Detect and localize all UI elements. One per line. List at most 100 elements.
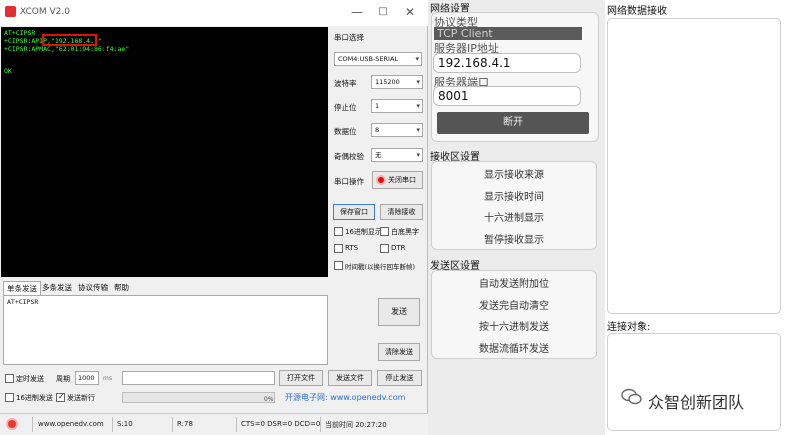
status-divider: [172, 417, 173, 432]
settings-gear-icon[interactable]: [6, 418, 18, 430]
network-settings-panel: 网络设置 协议类型 TCP Client 服务器IP地址 192.168.4.1…: [428, 0, 605, 435]
hex-send-label: 16进制发送: [16, 394, 53, 402]
status-divider: [32, 417, 33, 432]
timestamp-label: 时间戳(以换行回车断帧): [345, 263, 416, 271]
serial-op-label: 串口操作: [334, 177, 364, 186]
app-logo-icon: [5, 6, 16, 17]
brand-text: 开源电子网: www.openedv.com: [285, 393, 406, 402]
send-newline-label: 发送新行: [67, 394, 95, 402]
baud-value: 115200: [375, 78, 400, 86]
clear-send-button[interactable]: 清除发送: [378, 343, 420, 361]
tab-multi-send[interactable]: 多条发送: [39, 281, 75, 295]
stop-bits-value: 1: [375, 102, 380, 110]
data-bits-label: 数据位: [334, 127, 357, 136]
send-file-button[interactable]: 发送文件: [328, 370, 372, 386]
tab-protocol[interactable]: 协议传输: [75, 281, 111, 295]
send-option-hex-send[interactable]: 按十六进制发送: [432, 318, 596, 333]
period-label: 周期: [56, 375, 70, 383]
send-option-auto-clear[interactable]: 发送完自动清空: [432, 297, 596, 312]
dtr-label: DTR: [391, 244, 406, 252]
progress-percent: 0%: [264, 396, 274, 403]
chevron-down-icon: ▾: [415, 55, 419, 63]
timed-send-checkbox[interactable]: [5, 374, 14, 383]
connection-list[interactable]: [607, 333, 781, 431]
terminal-line: AT+CIPSR: [4, 29, 36, 37]
port-label: 串口选择: [334, 33, 364, 42]
send-textarea[interactable]: AT+CIPSR: [3, 295, 328, 365]
tab-help[interactable]: 帮助: [111, 281, 132, 295]
server-ip-input[interactable]: 192.168.4.1: [433, 53, 581, 73]
receive-data-area[interactable]: [607, 18, 781, 314]
open-file-button[interactable]: 打开文件: [279, 370, 323, 386]
checkmark-icon: ✓: [58, 392, 65, 401]
disconnect-button[interactable]: 断开: [437, 112, 589, 134]
save-window-button[interactable]: 保存窗口: [333, 204, 375, 220]
ip-highlight-box: [42, 34, 97, 46]
close-port-button[interactable]: 关闭串口: [372, 171, 423, 189]
status-divider: [320, 417, 321, 432]
period-input[interactable]: 1000: [75, 371, 99, 385]
white-black-label: 白底黑字: [391, 228, 419, 236]
rts-checkbox[interactable]: [334, 244, 343, 253]
connection-title: 连接对象:: [607, 322, 651, 333]
timestamp-checkbox[interactable]: [334, 261, 343, 270]
close-port-label: 关闭串口: [388, 176, 416, 184]
receive-title: 网络数据接收: [607, 6, 667, 17]
protocol-select[interactable]: TCP Client: [434, 27, 582, 40]
send-newline-checkbox[interactable]: ✓: [56, 392, 65, 402]
file-path-input[interactable]: [122, 371, 275, 385]
recv-option-pause[interactable]: 暂停接收显示: [432, 231, 596, 246]
network-receive-panel: 网络数据接收 连接对象: 众智创新团队: [605, 0, 785, 435]
parity-label: 奇偶校验: [334, 152, 364, 161]
chevron-down-icon: ▾: [416, 102, 420, 110]
parity-value: 无: [375, 151, 382, 159]
recv-settings-group: 显示接收来源 显示接收时间 十六进制显示 暂停接收显示: [431, 161, 597, 250]
send-button[interactable]: 发送: [378, 298, 420, 326]
port-value: COM4:USB-SERIAL: [338, 55, 399, 63]
server-port-input[interactable]: 8001: [433, 86, 581, 106]
maximize-button[interactable]: □: [372, 3, 394, 21]
status-divider: [112, 417, 113, 432]
clear-receive-button[interactable]: 清除接收: [380, 204, 423, 220]
baud-select[interactable]: 115200 ▾: [371, 75, 423, 89]
status-led-icon: [376, 175, 386, 185]
recv-option-hex-display[interactable]: 十六进制显示: [432, 209, 596, 224]
hex-send-checkbox[interactable]: [5, 393, 14, 402]
receive-terminal[interactable]: AT+CIPSR +CIPSR:APIP,"192.168.4.1" +CIPS…: [1, 27, 328, 277]
baud-label: 波特率: [334, 79, 357, 88]
period-unit: ms: [103, 375, 112, 382]
white-black-checkbox[interactable]: [380, 227, 389, 236]
recv-option-show-time[interactable]: 显示接收时间: [432, 188, 596, 203]
status-url[interactable]: www.openedv.com: [38, 420, 104, 428]
minimize-button[interactable]: —: [346, 3, 368, 21]
recv-option-show-source[interactable]: 显示接收来源: [432, 166, 596, 181]
hex-display-label: 16进制显示: [345, 228, 382, 236]
chevron-down-icon: ▾: [416, 126, 420, 134]
chevron-down-icon: ▾: [416, 151, 420, 159]
timed-send-label: 定时发送: [16, 375, 44, 383]
terminal-line: +CIPSR:APMAC,"62:01:94:86:f4:ae": [4, 45, 130, 53]
wechat-logo-icon: [621, 388, 643, 406]
send-option-append-bits[interactable]: 自动发送附加位: [432, 275, 596, 290]
stop-bits-select[interactable]: 1 ▾: [371, 99, 423, 113]
dtr-checkbox[interactable]: [380, 244, 389, 253]
watermark-text: 众智创新团队: [648, 393, 745, 412]
close-button[interactable]: ✕: [399, 3, 421, 21]
status-divider: [236, 417, 237, 432]
tab-single-send[interactable]: 单条发送: [3, 281, 41, 295]
port-select[interactable]: COM4:USB-SERIAL ▾: [334, 52, 422, 66]
parity-select[interactable]: 无 ▾: [371, 148, 423, 162]
data-bits-select[interactable]: 8 ▾: [371, 123, 423, 137]
title-bar: XCOM V2.0 — □ ✕: [0, 0, 428, 26]
chevron-down-icon: ▾: [416, 78, 420, 86]
stop-send-button[interactable]: 停止发送: [377, 370, 422, 386]
send-option-loop-send[interactable]: 数据流循环发送: [432, 340, 596, 355]
stop-bits-label: 停止位: [334, 103, 357, 112]
status-bar: www.openedv.com S:10 R:78 CTS=0 DSR=0 DC…: [0, 413, 428, 435]
window-title: XCOM V2.0: [20, 7, 70, 17]
send-progress-bar: [122, 392, 275, 403]
terminal-line: OK: [4, 67, 12, 75]
xcom-window: XCOM V2.0 — □ ✕ AT+CIPSR +CIPSR:APIP,"19…: [0, 0, 428, 435]
rts-label: RTS: [345, 244, 359, 252]
hex-display-checkbox[interactable]: [334, 227, 343, 236]
